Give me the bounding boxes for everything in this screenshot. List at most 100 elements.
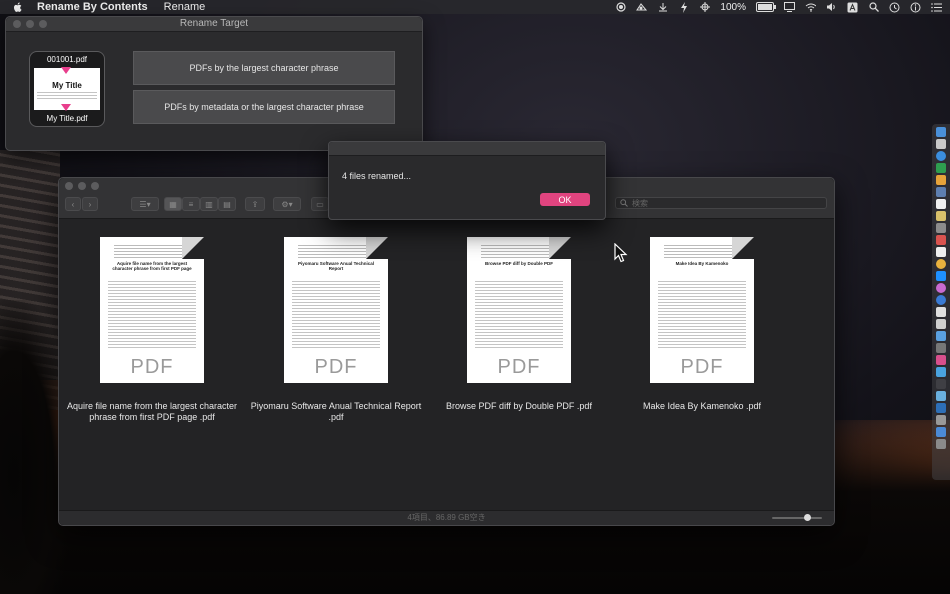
close-button[interactable] [13, 20, 21, 28]
finder-status-bar: 4項目、86.89 GB空き [59, 510, 834, 525]
illustration-target-filename: My Title.pdf [46, 114, 88, 123]
chevron-right-icon: › [88, 199, 92, 209]
appstore-dock-icon[interactable] [936, 271, 946, 281]
file-name[interactable]: Aquire file name from the largest charac… [62, 401, 242, 423]
xcode-dock-icon[interactable] [936, 295, 946, 305]
rename-target-titlebar[interactable]: Rename Target [6, 17, 422, 32]
search-field[interactable]: 検索 [615, 197, 827, 209]
app-dock-icon[interactable] [936, 367, 946, 377]
status-text: 4項目、86.89 GB空き [407, 513, 486, 522]
minimize-button[interactable] [78, 182, 86, 190]
app-dock-icon[interactable] [936, 391, 946, 401]
bolt-icon[interactable] [678, 1, 689, 13]
view-columns-button[interactable]: ▥ [200, 197, 218, 211]
calendar-dock-icon[interactable] [936, 199, 946, 209]
tags-button[interactable]: ▭ [311, 197, 329, 211]
action-menu-button[interactable]: ⚙▾ [273, 197, 301, 211]
pdf-document-icon: Browse PDF diff by Double PDF PDF [467, 237, 571, 383]
zoom-button[interactable] [39, 20, 47, 28]
file-item[interactable]: Aquire file name from the largest charac… [62, 237, 242, 423]
file-name[interactable]: Make Idea By Kamenoko .pdf [612, 401, 792, 412]
trash-icon[interactable] [936, 439, 946, 449]
pdf-document-icon: Piyomaru Software Anual Technical Report… [284, 237, 388, 383]
ok-button[interactable]: OK [540, 193, 590, 206]
crosshair-icon[interactable] [699, 2, 710, 13]
search-icon [620, 199, 628, 211]
wifi-icon[interactable] [805, 2, 816, 13]
arrange-menu-button[interactable]: ☰▾ [131, 197, 159, 211]
view-gallery-button[interactable]: ▤ [218, 197, 236, 211]
itunes-dock-icon[interactable] [936, 283, 946, 293]
spotlight-icon[interactable] [868, 2, 879, 13]
app-dock-icon[interactable] [936, 415, 946, 425]
messages-dock-icon[interactable] [936, 163, 946, 173]
info-icon[interactable] [910, 2, 921, 13]
slider-knob[interactable] [804, 514, 811, 521]
file-name[interactable]: Browse PDF diff by Double PDF .pdf [429, 401, 609, 412]
file-item[interactable]: Make Idea By Kamenoko PDF Make Idea By K… [612, 237, 792, 412]
download-icon[interactable] [657, 2, 668, 13]
pdf-document-icon: Aquire file name from the largest charac… [100, 237, 204, 383]
illustration-page-title: My Title [52, 81, 82, 90]
mouse-cursor-icon [614, 243, 628, 263]
file-item[interactable]: Piyomaru Software Anual Technical Report… [246, 237, 426, 423]
view-list-button[interactable]: ≡ [182, 197, 200, 211]
app-dock-icon[interactable] [936, 403, 946, 413]
view-icons-button[interactable]: ▦ [164, 197, 182, 211]
forward-button[interactable]: › [82, 197, 98, 211]
minimize-button[interactable] [26, 20, 34, 28]
window-title: Rename Target [179, 18, 249, 29]
icon-size-slider[interactable] [772, 514, 822, 521]
illustration-text-lines [37, 92, 97, 101]
app-dock-icon[interactable] [936, 379, 946, 389]
mail-dock-icon[interactable] [936, 187, 946, 197]
app-dock-icon[interactable] [936, 343, 946, 353]
notes-dock-icon[interactable] [936, 211, 946, 221]
display-icon[interactable] [784, 2, 795, 13]
columns-icon: ▥ [205, 199, 213, 209]
rename-by-metadata-button[interactable]: PDFs by metadata or the largest characte… [133, 90, 395, 124]
photos-dock-icon[interactable] [936, 175, 946, 185]
share-icon: ⇪ [251, 199, 259, 209]
downloads-dock-icon[interactable] [936, 427, 946, 437]
app-dock-icon[interactable] [936, 355, 946, 365]
share-button[interactable]: ⇪ [245, 197, 265, 211]
finder-window-controls [65, 182, 99, 190]
safari-dock-icon[interactable] [936, 151, 946, 161]
volume-icon[interactable] [826, 2, 837, 13]
record-icon[interactable] [615, 2, 626, 13]
rename-by-largest-phrase-button[interactable]: PDFs by the largest character phrase [133, 51, 395, 85]
battery-percent: 100% [720, 1, 746, 13]
time-machine-icon[interactable] [889, 2, 900, 13]
zoom-button[interactable] [91, 182, 99, 190]
alert-sheet: 4 files renamed... OK [328, 141, 606, 220]
alert-titlebar [329, 142, 605, 156]
file-item[interactable]: Browse PDF diff by Double PDF PDF Browse… [429, 237, 609, 412]
control-list-icon[interactable] [931, 2, 942, 13]
preview-dock-icon[interactable] [936, 307, 946, 317]
apple-icon[interactable] [12, 1, 24, 13]
search-placeholder: 検索 [632, 199, 648, 208]
contacts-dock-icon[interactable] [936, 223, 946, 233]
reminders-dock-icon[interactable] [936, 235, 946, 245]
menu-rename[interactable]: Rename [164, 1, 206, 13]
launchpad-dock-icon[interactable] [936, 139, 946, 149]
screenshot-icon[interactable] [636, 2, 648, 13]
textedit-dock-icon[interactable] [936, 247, 946, 257]
arrange-icon: ☰▾ [139, 199, 151, 209]
menu-app-name[interactable]: Rename By Contents [37, 1, 148, 13]
close-button[interactable] [65, 182, 73, 190]
arrow-down-icon [61, 67, 71, 74]
app-illustration-icon: 001001.pdf My Title My Title.pdf [29, 51, 105, 127]
app-dock-icon[interactable] [936, 331, 946, 341]
finder-dock-icon[interactable] [936, 127, 946, 137]
document-dock-icon[interactable] [936, 319, 946, 329]
back-button[interactable]: ‹ [65, 197, 81, 211]
grid-icon: ▦ [169, 199, 177, 209]
chrome-dock-icon[interactable] [936, 259, 946, 269]
window-controls [13, 20, 47, 28]
pdf-document-icon: Make Idea By Kamenoko PDF [650, 237, 754, 383]
battery-icon[interactable] [756, 2, 776, 12]
input-source-icon[interactable] [847, 2, 858, 13]
file-name[interactable]: Piyomaru Software Anual Technical Report… [246, 401, 426, 423]
